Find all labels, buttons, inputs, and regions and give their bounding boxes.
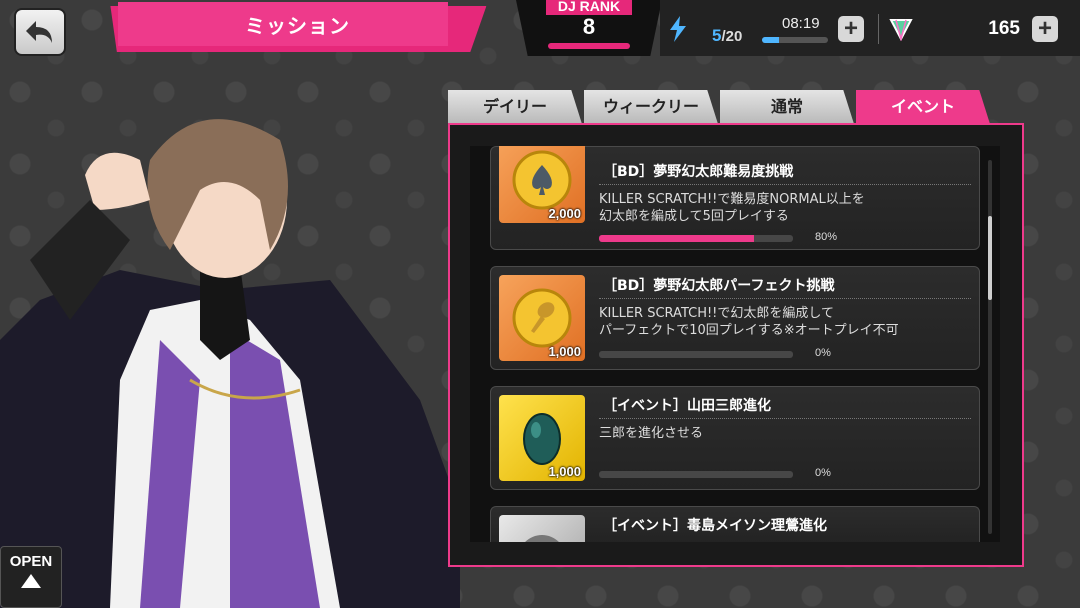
dj-rank-label: DJ RANK [546,0,632,15]
mission-title: ［BD］夢野幻太郎難易度挑戦 [603,164,794,180]
progress-bar [599,235,793,242]
dj-rank-bar [548,43,630,49]
mission-card[interactable]: ［イベント］毒島メイソン理鶯進化 [490,506,980,542]
stamina-timer: 08:19 [782,15,820,32]
silver-item-icon [525,535,559,542]
mission-card[interactable]: 1,000 ［イベント］山田三郎進化 三郎を進化させる 0% [490,386,980,490]
reward-tile: 1,000 [499,275,585,361]
open-label: OPEN [9,553,53,570]
gem-count: 165 [988,18,1020,39]
mission-title: ［イベント］山田三郎進化 [603,398,771,414]
progress-fill [599,235,755,242]
divider [599,298,971,299]
tab-daily[interactable]: デイリー [448,90,582,124]
gem-icon [889,19,913,41]
mission-title: ［イベント］毒島メイソン理鶯進化 [603,518,827,534]
tab-weekly[interactable]: ウィークリー [584,90,718,124]
progress-percent: 0% [815,467,831,479]
add-gems-button[interactable]: + [1032,16,1058,42]
mission-card[interactable]: 1,000 ［BD］夢野幻太郎パーフェクト挑戦 KILLER SCRATCH!!… [490,266,980,370]
mission-card[interactable]: 2,000 ［BD］夢野幻太郎難易度挑戦 KILLER SCRATCH!!で難易… [490,146,980,250]
reward-quantity: 1,000 [548,344,581,359]
page-title: ミッション [245,14,350,38]
mission-description: KILLER SCRATCH!!で幻太郎を編成して パーフェクトで10回プレイす… [599,306,899,338]
reward-tile: 2,000 [499,146,585,223]
stamina-bar-fill [762,37,779,43]
mission-description: 三郎を進化させる [599,426,704,441]
divider [878,14,879,44]
reward-quantity: 2,000 [548,206,581,221]
stamina-bar [762,37,828,43]
open-button[interactable]: OPEN [0,546,62,608]
add-stamina-button[interactable]: + [838,16,864,42]
tab-event[interactable]: イベント [856,90,990,124]
progress-percent: 80% [815,231,838,243]
tab-normal[interactable]: 通常 [720,90,854,124]
reward-tile: 1,000 [499,395,585,481]
divider [599,184,971,185]
back-button[interactable] [14,8,66,56]
lightning-icon [670,16,686,42]
dj-rank-value: 8 [582,14,596,39]
reward-quantity: 1,000 [548,464,581,479]
progress-bar [599,351,793,358]
reward-tile [499,515,585,542]
character-illustration [0,119,460,608]
mission-title: ［BD］夢野幻太郎パーフェクト挑戦 [603,278,835,294]
divider [599,418,971,419]
back-arrow-icon [26,21,52,43]
stamina-max: /20 [721,28,743,45]
progress-bar [599,471,793,478]
scrollbar-thumb[interactable] [988,216,992,300]
up-arrow-icon [21,574,41,588]
stamina-counter: 5/20 [712,26,742,46]
mission-description: KILLER SCRATCH!!で難易度NORMAL以上を 幻太郎を編成して5回… [599,192,865,224]
progress-percent: 0% [815,347,831,359]
